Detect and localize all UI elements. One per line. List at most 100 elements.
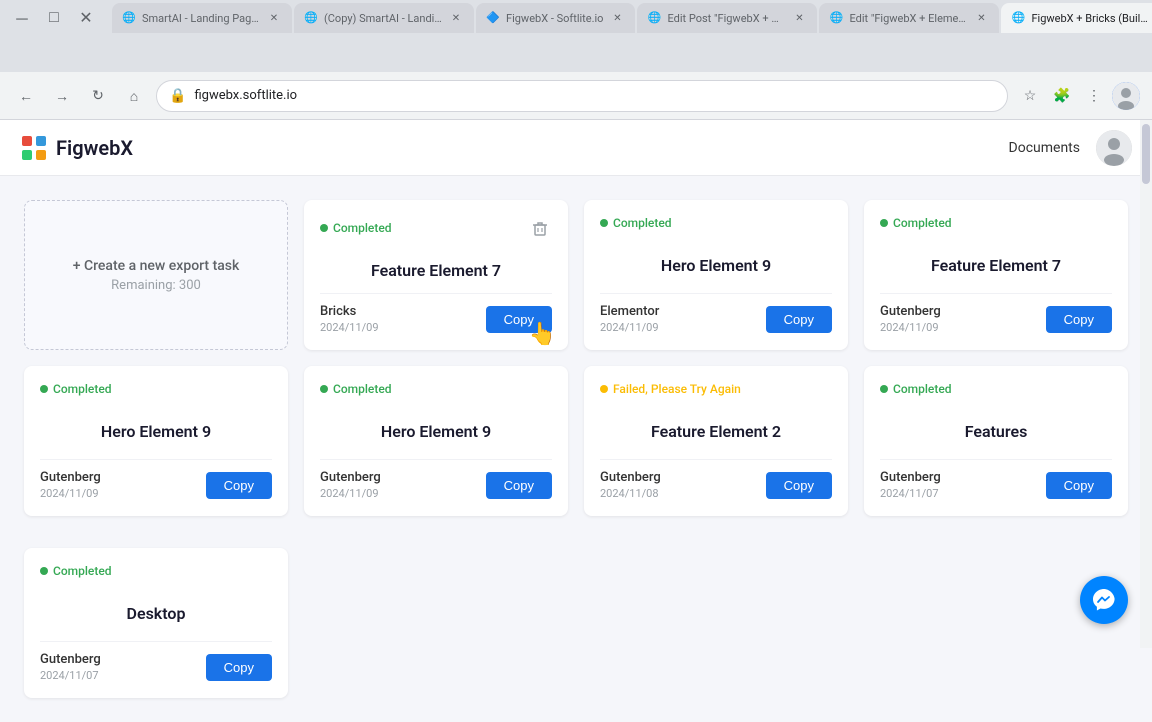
card-footer-5: Gutenberg 2024/11/09 Copy bbox=[320, 459, 552, 500]
card-meta-date-1: 2024/11/09 bbox=[320, 321, 379, 334]
tab-close-5[interactable]: ✕ bbox=[973, 10, 989, 26]
app-container: FigwebX Documents + Create a new export … bbox=[0, 120, 1152, 722]
profile-avatar[interactable] bbox=[1112, 82, 1140, 110]
tab-close-1[interactable]: ✕ bbox=[266, 10, 282, 26]
browser-tab-3[interactable]: 🔷 FigwebX - Softlite.io ✕ bbox=[476, 3, 635, 33]
card-footer-2: Elementor 2024/11/09 Copy bbox=[600, 293, 832, 334]
lock-icon: 🔒 bbox=[169, 88, 186, 104]
browser-tab-1[interactable]: 🌐 SmartAI - Landing Page -... ✕ bbox=[112, 3, 292, 33]
user-avatar[interactable] bbox=[1096, 130, 1132, 166]
status-dot-1 bbox=[320, 224, 328, 232]
browser-tab-6[interactable]: 🌐 FigwebX + Bricks (Builder) ✕ bbox=[1001, 3, 1152, 33]
forward-button[interactable]: → bbox=[48, 82, 76, 110]
card-hero-element-9-gutenberg-1: Completed Hero Element 9 Gutenberg 2024/… bbox=[24, 366, 288, 516]
copy-button-5[interactable]: Copy bbox=[486, 472, 552, 499]
tab-label-5: Edit "FigwebX + Elemento... bbox=[849, 12, 967, 25]
tab-label-1: SmartAI - Landing Page -... bbox=[142, 12, 260, 25]
status-badge-1: Completed bbox=[320, 221, 392, 235]
tab-favicon-3: 🔷 bbox=[486, 11, 500, 25]
card-title-4: Hero Element 9 bbox=[40, 404, 272, 459]
browser-tab-5[interactable]: 🌐 Edit "FigwebX + Elemento... ✕ bbox=[819, 3, 999, 33]
status-dot-3 bbox=[880, 219, 888, 227]
avatar-image bbox=[1112, 82, 1140, 110]
card-meta-name-5: Gutenberg bbox=[320, 470, 381, 485]
copy-button-1[interactable]: Copy bbox=[486, 306, 552, 333]
tab-close-4[interactable]: ✕ bbox=[791, 10, 807, 26]
minimize-button[interactable]: － bbox=[8, 4, 36, 32]
status-text-5: Completed bbox=[333, 382, 392, 396]
status-text-6: Failed, Please Try Again bbox=[613, 382, 741, 396]
browser-tab-4[interactable]: 🌐 Edit Post "FigwebX + Gute... ✕ bbox=[637, 3, 817, 33]
status-badge-5: Completed bbox=[320, 382, 392, 396]
status-badge-3: Completed bbox=[880, 216, 952, 230]
card-title-8: Desktop bbox=[40, 586, 272, 641]
card-title-3: Feature Element 7 bbox=[880, 238, 1112, 293]
card-footer-4: Gutenberg 2024/11/09 Copy bbox=[40, 459, 272, 500]
card-title-1: Feature Element 7 bbox=[320, 248, 552, 293]
maximize-button[interactable]: □ bbox=[40, 4, 68, 32]
card-meta-name-3: Gutenberg bbox=[880, 304, 941, 319]
tab-bar: － □ ✕ 🌐 SmartAI - Landing Page -... ✕ 🌐 … bbox=[0, 0, 1152, 36]
copy-button-8[interactable]: Copy bbox=[206, 654, 272, 681]
browser-tab-2[interactable]: 🌐 (Copy) SmartAI - Landing ... ✕ bbox=[294, 3, 474, 33]
card-meta-date-2: 2024/11/09 bbox=[600, 321, 659, 334]
trash-icon bbox=[531, 219, 549, 237]
card-title-6: Feature Element 2 bbox=[600, 404, 832, 459]
card-footer-3: Gutenberg 2024/11/09 Copy bbox=[880, 293, 1112, 334]
create-card[interactable]: + Create a new export task Remaining: 30… bbox=[24, 200, 288, 350]
refresh-button[interactable]: ↻ bbox=[84, 82, 112, 110]
status-dot-4 bbox=[40, 385, 48, 393]
user-avatar-image bbox=[1096, 130, 1132, 166]
card-meta-date-4: 2024/11/09 bbox=[40, 487, 101, 500]
tab-label-3: FigwebX - Softlite.io bbox=[506, 12, 603, 25]
card-meta-3: Gutenberg 2024/11/09 bbox=[880, 304, 941, 334]
card-header-7: Completed bbox=[880, 382, 1112, 396]
home-button[interactable]: ⌂ bbox=[120, 82, 148, 110]
app-header: FigwebX Documents bbox=[0, 120, 1152, 176]
card-header-2: Completed bbox=[600, 216, 832, 230]
card-features-gutenberg: Completed Features Gutenberg 2024/11/07 … bbox=[864, 366, 1128, 516]
extensions-icon[interactable]: 🧩 bbox=[1048, 82, 1076, 110]
delete-icon-1[interactable] bbox=[528, 216, 552, 240]
card-meta-name-2: Elementor bbox=[600, 304, 659, 319]
copy-button-7[interactable]: Copy bbox=[1046, 472, 1112, 499]
card-header-3: Completed bbox=[880, 216, 1112, 230]
card-meta-name-1: Bricks bbox=[320, 304, 379, 319]
card-meta-4: Gutenberg 2024/11/09 bbox=[40, 470, 101, 500]
copy-button-6[interactable]: Copy bbox=[766, 472, 832, 499]
card-hero-element-9-gutenberg-2: Completed Hero Element 9 Gutenberg 2024/… bbox=[304, 366, 568, 516]
address-text: figwebx.softlite.io bbox=[194, 88, 995, 103]
back-button[interactable]: ← bbox=[12, 82, 40, 110]
card-title-7: Features bbox=[880, 404, 1112, 459]
logo-icon bbox=[20, 134, 48, 162]
tab-favicon-1: 🌐 bbox=[122, 11, 136, 25]
card-desktop-gutenberg: Completed Desktop Gutenberg 2024/11/07 C… bbox=[24, 548, 288, 698]
card-meta-2: Elementor 2024/11/09 bbox=[600, 304, 659, 334]
tab-close-3[interactable]: ✕ bbox=[609, 10, 625, 26]
card-header-1: Completed bbox=[320, 216, 552, 240]
card-meta-name-8: Gutenberg bbox=[40, 652, 101, 667]
browser-menu-icon[interactable]: ⋮ bbox=[1080, 82, 1108, 110]
status-text-2: Completed bbox=[613, 216, 672, 230]
close-window-button[interactable]: ✕ bbox=[72, 4, 100, 32]
copy-button-2[interactable]: Copy bbox=[766, 306, 832, 333]
scrollbar-thumb[interactable] bbox=[1142, 124, 1150, 184]
card-feature-element-7-bricks: Completed Feature Element 7 Bricks 20 bbox=[304, 200, 568, 350]
address-bar-row: ← → ↻ ⌂ 🔒 figwebx.softlite.io ☆ 🧩 ⋮ bbox=[0, 72, 1152, 120]
copy-button-3[interactable]: Copy bbox=[1046, 306, 1112, 333]
documents-link[interactable]: Documents bbox=[1009, 140, 1080, 156]
copy-button-4[interactable]: Copy bbox=[206, 472, 272, 499]
card-footer-7: Gutenberg 2024/11/07 Copy bbox=[880, 459, 1112, 500]
tab-close-2[interactable]: ✕ bbox=[448, 10, 464, 26]
create-card-label: + Create a new export task bbox=[73, 258, 240, 274]
bookmark-icon[interactable]: ☆ bbox=[1016, 82, 1044, 110]
messenger-fab[interactable] bbox=[1080, 576, 1128, 624]
card-meta-8: Gutenberg 2024/11/07 bbox=[40, 652, 101, 682]
remaining-text: Remaining: 300 bbox=[111, 278, 201, 293]
tab-favicon-5: 🌐 bbox=[829, 11, 843, 25]
status-dot-7 bbox=[880, 385, 888, 393]
card-meta-name-7: Gutenberg bbox=[880, 470, 941, 485]
browser-controls: － □ ✕ bbox=[8, 4, 100, 32]
header-right: Documents bbox=[1009, 130, 1132, 166]
address-bar[interactable]: 🔒 figwebx.softlite.io bbox=[156, 80, 1008, 112]
